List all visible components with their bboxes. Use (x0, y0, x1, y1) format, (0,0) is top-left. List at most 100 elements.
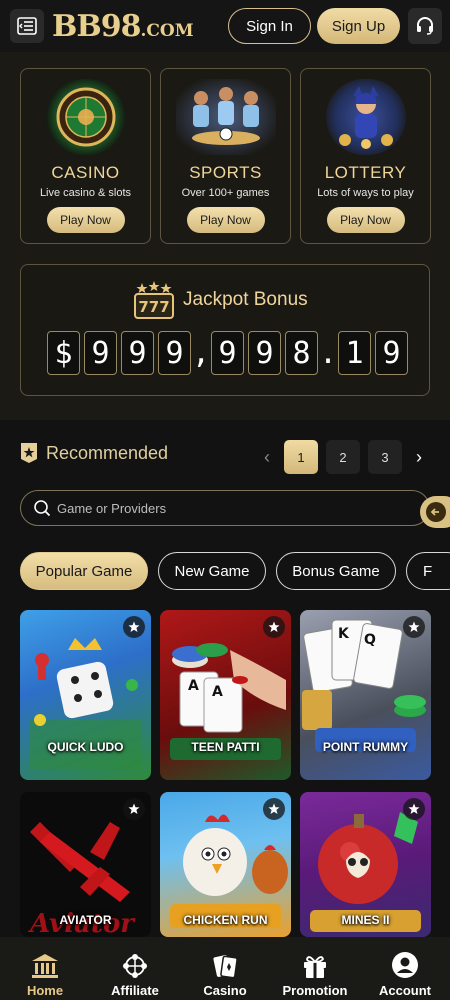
game-title: MINES II (341, 913, 390, 927)
play-now-button[interactable]: Play Now (46, 207, 125, 233)
nav-label: Casino (203, 983, 247, 998)
game-title: QUICK LUDO (47, 740, 124, 754)
game-title: CHICKEN RUN (183, 913, 268, 927)
nav-label: Account (379, 983, 431, 998)
nav-promotion[interactable]: Promotion (270, 937, 360, 1000)
filter-new-game[interactable]: New Game (158, 552, 266, 590)
game-title: TEEN PATTI (191, 740, 260, 754)
nav-label: Affiliate (111, 983, 159, 998)
nav-label: Home (26, 983, 64, 998)
game-card-mines-ii[interactable]: MINES II (300, 792, 431, 937)
jackpot-digit: 9 (211, 331, 244, 375)
game-card-aviator[interactable]: Aviator AVIATOR (20, 792, 151, 937)
nav-home[interactable]: Home (0, 937, 90, 1000)
category-card-lottery[interactable]: LOTTERY Lots of ways to play Play Now (300, 68, 431, 244)
search-bar[interactable] (20, 490, 430, 526)
cards-icon (213, 955, 238, 979)
filter-more[interactable]: F (406, 552, 450, 590)
category-subtitle: Lots of ways to play (317, 187, 414, 199)
category-subtitle: Over 100+ games (181, 187, 270, 199)
roulette-icon (45, 79, 126, 155)
svg-text:Q: Q (364, 632, 376, 648)
football-players-icon (175, 79, 276, 155)
header: BB98 .COM Sign In Sign Up (0, 0, 450, 52)
game-card-chicken-run[interactable]: CHICKEN RUN (160, 792, 291, 937)
game-card-quick-ludo[interactable]: QUICK LUDO (20, 610, 151, 780)
bottom-navigation: Home Affiliate Casino Promotion Account (0, 937, 450, 1000)
filter-bonus-game[interactable]: Bonus Game (276, 552, 396, 590)
jackpot-digit: 9 (84, 331, 117, 375)
lottery-heroine-icon (325, 79, 406, 155)
badge-star-icon (21, 443, 37, 463)
svg-text:777: 777 (138, 298, 169, 316)
arrow-left-circle-icon (426, 502, 446, 522)
menu-button[interactable] (10, 9, 44, 43)
jackpot-digit: 9 (375, 331, 408, 375)
jackpot-counter: $ 9 9 9 , 9 9 8 . 1 9 (47, 331, 408, 375)
category-card-casino[interactable]: CASINO Live casino & slots Play Now (20, 68, 151, 244)
logo-main: BB98 (52, 8, 141, 44)
category-subtitle: Live casino & slots (39, 187, 132, 199)
support-button[interactable] (408, 8, 442, 44)
category-title: LOTTERY (324, 163, 407, 182)
jackpot-digit: 9 (121, 331, 154, 375)
svg-text:K: K (338, 626, 350, 642)
jackpot-digit: 9 (158, 331, 191, 375)
side-drawer-toggle[interactable] (420, 496, 450, 528)
chevron-right-icon[interactable]: › (410, 440, 428, 474)
recommended-title: Recommended (46, 442, 169, 463)
favorite-star-icon[interactable] (263, 616, 285, 638)
nav-casino[interactable]: Casino (180, 937, 270, 1000)
nav-affiliate[interactable]: Affiliate (90, 937, 180, 1000)
logo-suffix: .COM (140, 20, 194, 41)
jackpot-header: 777 Jackpot Bonus (133, 281, 308, 319)
svg-text:A: A (188, 678, 199, 694)
favorite-star-icon[interactable] (123, 616, 145, 638)
page-button-1[interactable]: 1 (284, 440, 318, 474)
svg-text:A: A (212, 684, 223, 700)
jackpot-digit: 8 (285, 331, 318, 375)
page-button-2[interactable]: 2 (326, 440, 360, 474)
sign-in-button[interactable]: Sign In (228, 8, 311, 44)
search-icon (34, 500, 51, 517)
nav-account[interactable]: Account (360, 937, 450, 1000)
sign-up-button[interactable]: Sign Up (317, 8, 400, 44)
jackpot-panel: 777 Jackpot Bonus $ 9 9 9 , 9 9 8 . 1 9 (20, 264, 430, 396)
play-now-button[interactable]: Play Now (326, 207, 405, 233)
favorite-star-icon[interactable] (123, 798, 145, 820)
recommended-section: Recommended ‹ 1 2 3 › Popular Game New G… (0, 420, 450, 940)
game-filter-tabs: Popular Game New Game Bonus Game F (20, 552, 450, 592)
site-logo[interactable]: BB98 .COM (52, 9, 194, 44)
network-icon (123, 954, 147, 978)
headset-icon (417, 17, 433, 35)
game-card-teen-patti[interactable]: A A TEEN PATTI (160, 610, 291, 780)
category-title: SPORTS (189, 163, 262, 182)
jackpot-separator: , (191, 335, 211, 371)
favorite-star-icon[interactable] (403, 798, 425, 820)
nav-label: Promotion (282, 983, 348, 998)
game-title: AVIATOR (59, 913, 112, 927)
jackpot-title: Jackpot Bonus (183, 289, 308, 310)
favorite-star-icon[interactable] (403, 616, 425, 638)
category-card-sports[interactable]: SPORTS Over 100+ games Play Now (160, 68, 291, 244)
top-section: CASINO Live casino & slots Play Now SPOR… (0, 52, 450, 420)
game-card-point-rummy[interactable]: K Q POINT RUMMY (300, 610, 431, 780)
user-icon (392, 952, 418, 978)
gift-icon (304, 956, 326, 978)
jackpot-separator: . (318, 335, 338, 371)
search-input[interactable] (57, 500, 397, 516)
jackpot-digit: 9 (248, 331, 281, 375)
chevron-left-icon[interactable]: ‹ (258, 440, 276, 474)
category-title: CASINO (51, 163, 120, 182)
slot-777-icon: 777 (133, 281, 175, 319)
play-now-button[interactable]: Play Now (186, 207, 265, 233)
recommended-header: Recommended (20, 442, 168, 464)
pagination: ‹ 1 2 3 › (258, 440, 428, 474)
jackpot-currency: $ (47, 331, 80, 375)
favorite-star-icon[interactable] (263, 798, 285, 820)
page-button-3[interactable]: 3 (368, 440, 402, 474)
menu-icon (17, 17, 37, 35)
filter-popular-game[interactable]: Popular Game (20, 552, 148, 590)
bank-icon (32, 954, 58, 978)
game-title: POINT RUMMY (322, 740, 409, 754)
